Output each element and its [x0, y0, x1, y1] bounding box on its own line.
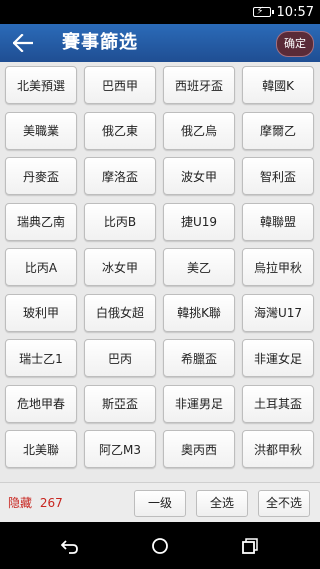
bottom-toolbar: 隐藏 267 一级 全选 全不选 — [0, 482, 320, 523]
league-grid: 北美預選 巴西甲 西班牙盃 韓國K 美職業 俄乙東 俄乙烏 摩爾乙丹麥盃 摩洛盃 波女甲 智利盃瑞典… — [0, 62, 320, 482]
nav-recents-button[interactable] — [238, 534, 262, 558]
league-button[interactable]: 瑞士乙1 — [5, 339, 77, 377]
league-button[interactable]: 白俄女超 — [84, 293, 156, 332]
league-button[interactable]: 捷U19 — [163, 202, 235, 241]
league-button[interactable]: 巴西甲 — [84, 66, 156, 104]
nav-home-button[interactable] — [148, 534, 172, 558]
league-button[interactable]: 北美聯 — [5, 430, 77, 468]
league-button[interactable]: 北美預選 — [5, 66, 77, 104]
league-button[interactable]: 美乙 — [163, 248, 235, 286]
league-button[interactable]: 摩洛盃 — [84, 157, 156, 195]
league-button[interactable]: 丹麥盃 — [5, 157, 77, 195]
league-button[interactable]: 土耳其盃 — [242, 384, 314, 423]
league-button[interactable]: 波女甲 — [163, 157, 235, 195]
android-nav-bar — [0, 522, 320, 569]
league-button[interactable]: 非運男足 — [163, 384, 235, 423]
league-button[interactable]: 阿乙M3 — [84, 430, 156, 468]
league-button[interactable]: 玻利甲 — [5, 293, 77, 332]
status-time: 10:57 — [276, 4, 314, 20]
league-button[interactable]: 韓聯盟 — [242, 202, 314, 241]
league-button[interactable]: 比丙B — [84, 202, 156, 241]
nav-back-button[interactable] — [58, 534, 82, 558]
league-button[interactable]: 智利盃 — [242, 157, 314, 195]
league-button[interactable]: 冰女甲 — [84, 248, 156, 286]
league-button[interactable]: 俄乙東 — [84, 111, 156, 150]
app-header: 賽事篩选 确定 — [0, 24, 320, 62]
battery-icon: ⚡ — [252, 6, 274, 17]
hidden-label-text: 隐藏 — [8, 496, 33, 510]
league-button[interactable]: 西班牙盃 — [163, 66, 235, 104]
league-button[interactable]: 韓國K — [242, 66, 314, 104]
select-all-button[interactable]: 全选 — [196, 490, 248, 517]
league-button[interactable]: 瑞典乙南 — [5, 202, 77, 241]
status-bar: ⚡ 10:57 — [0, 0, 320, 24]
league-button[interactable]: 韓挑K聯 — [163, 293, 235, 332]
league-button[interactable]: 巴丙 — [84, 339, 156, 377]
league-button[interactable]: 摩爾乙 — [242, 111, 314, 150]
level-one-button[interactable]: 一级 — [134, 490, 186, 517]
league-button[interactable]: 希臘盃 — [163, 339, 235, 377]
hidden-count: 267 — [39, 496, 63, 510]
league-button[interactable]: 非運女足 — [242, 339, 314, 377]
league-button[interactable]: 斯亞盃 — [84, 384, 156, 423]
home-icon — [152, 538, 168, 554]
league-button[interactable]: 俄乙烏 — [163, 111, 235, 150]
back-arrow-icon — [13, 34, 33, 52]
league-button[interactable]: 美職業 — [5, 111, 77, 150]
select-none-button[interactable]: 全不选 — [258, 490, 310, 517]
league-button[interactable]: 奧丙西 — [163, 430, 235, 468]
league-button[interactable]: 烏拉甲秋 — [242, 248, 314, 286]
league-button[interactable]: 比丙A — [5, 248, 77, 286]
league-button[interactable]: 海灣U17 — [242, 293, 314, 332]
status-right: ⚡ 10:57 — [252, 0, 314, 24]
league-button[interactable]: 洪都甲秋 — [242, 430, 314, 468]
back-icon — [61, 540, 78, 554]
hidden-count-label: 隐藏 267 — [8, 483, 63, 523]
confirm-button[interactable]: 确定 — [276, 31, 314, 57]
league-button[interactable]: 危地甲春 — [5, 384, 77, 423]
page-title: 賽事篩选 — [62, 32, 138, 53]
back-button[interactable] — [8, 26, 38, 60]
recents-icon — [242, 538, 258, 554]
